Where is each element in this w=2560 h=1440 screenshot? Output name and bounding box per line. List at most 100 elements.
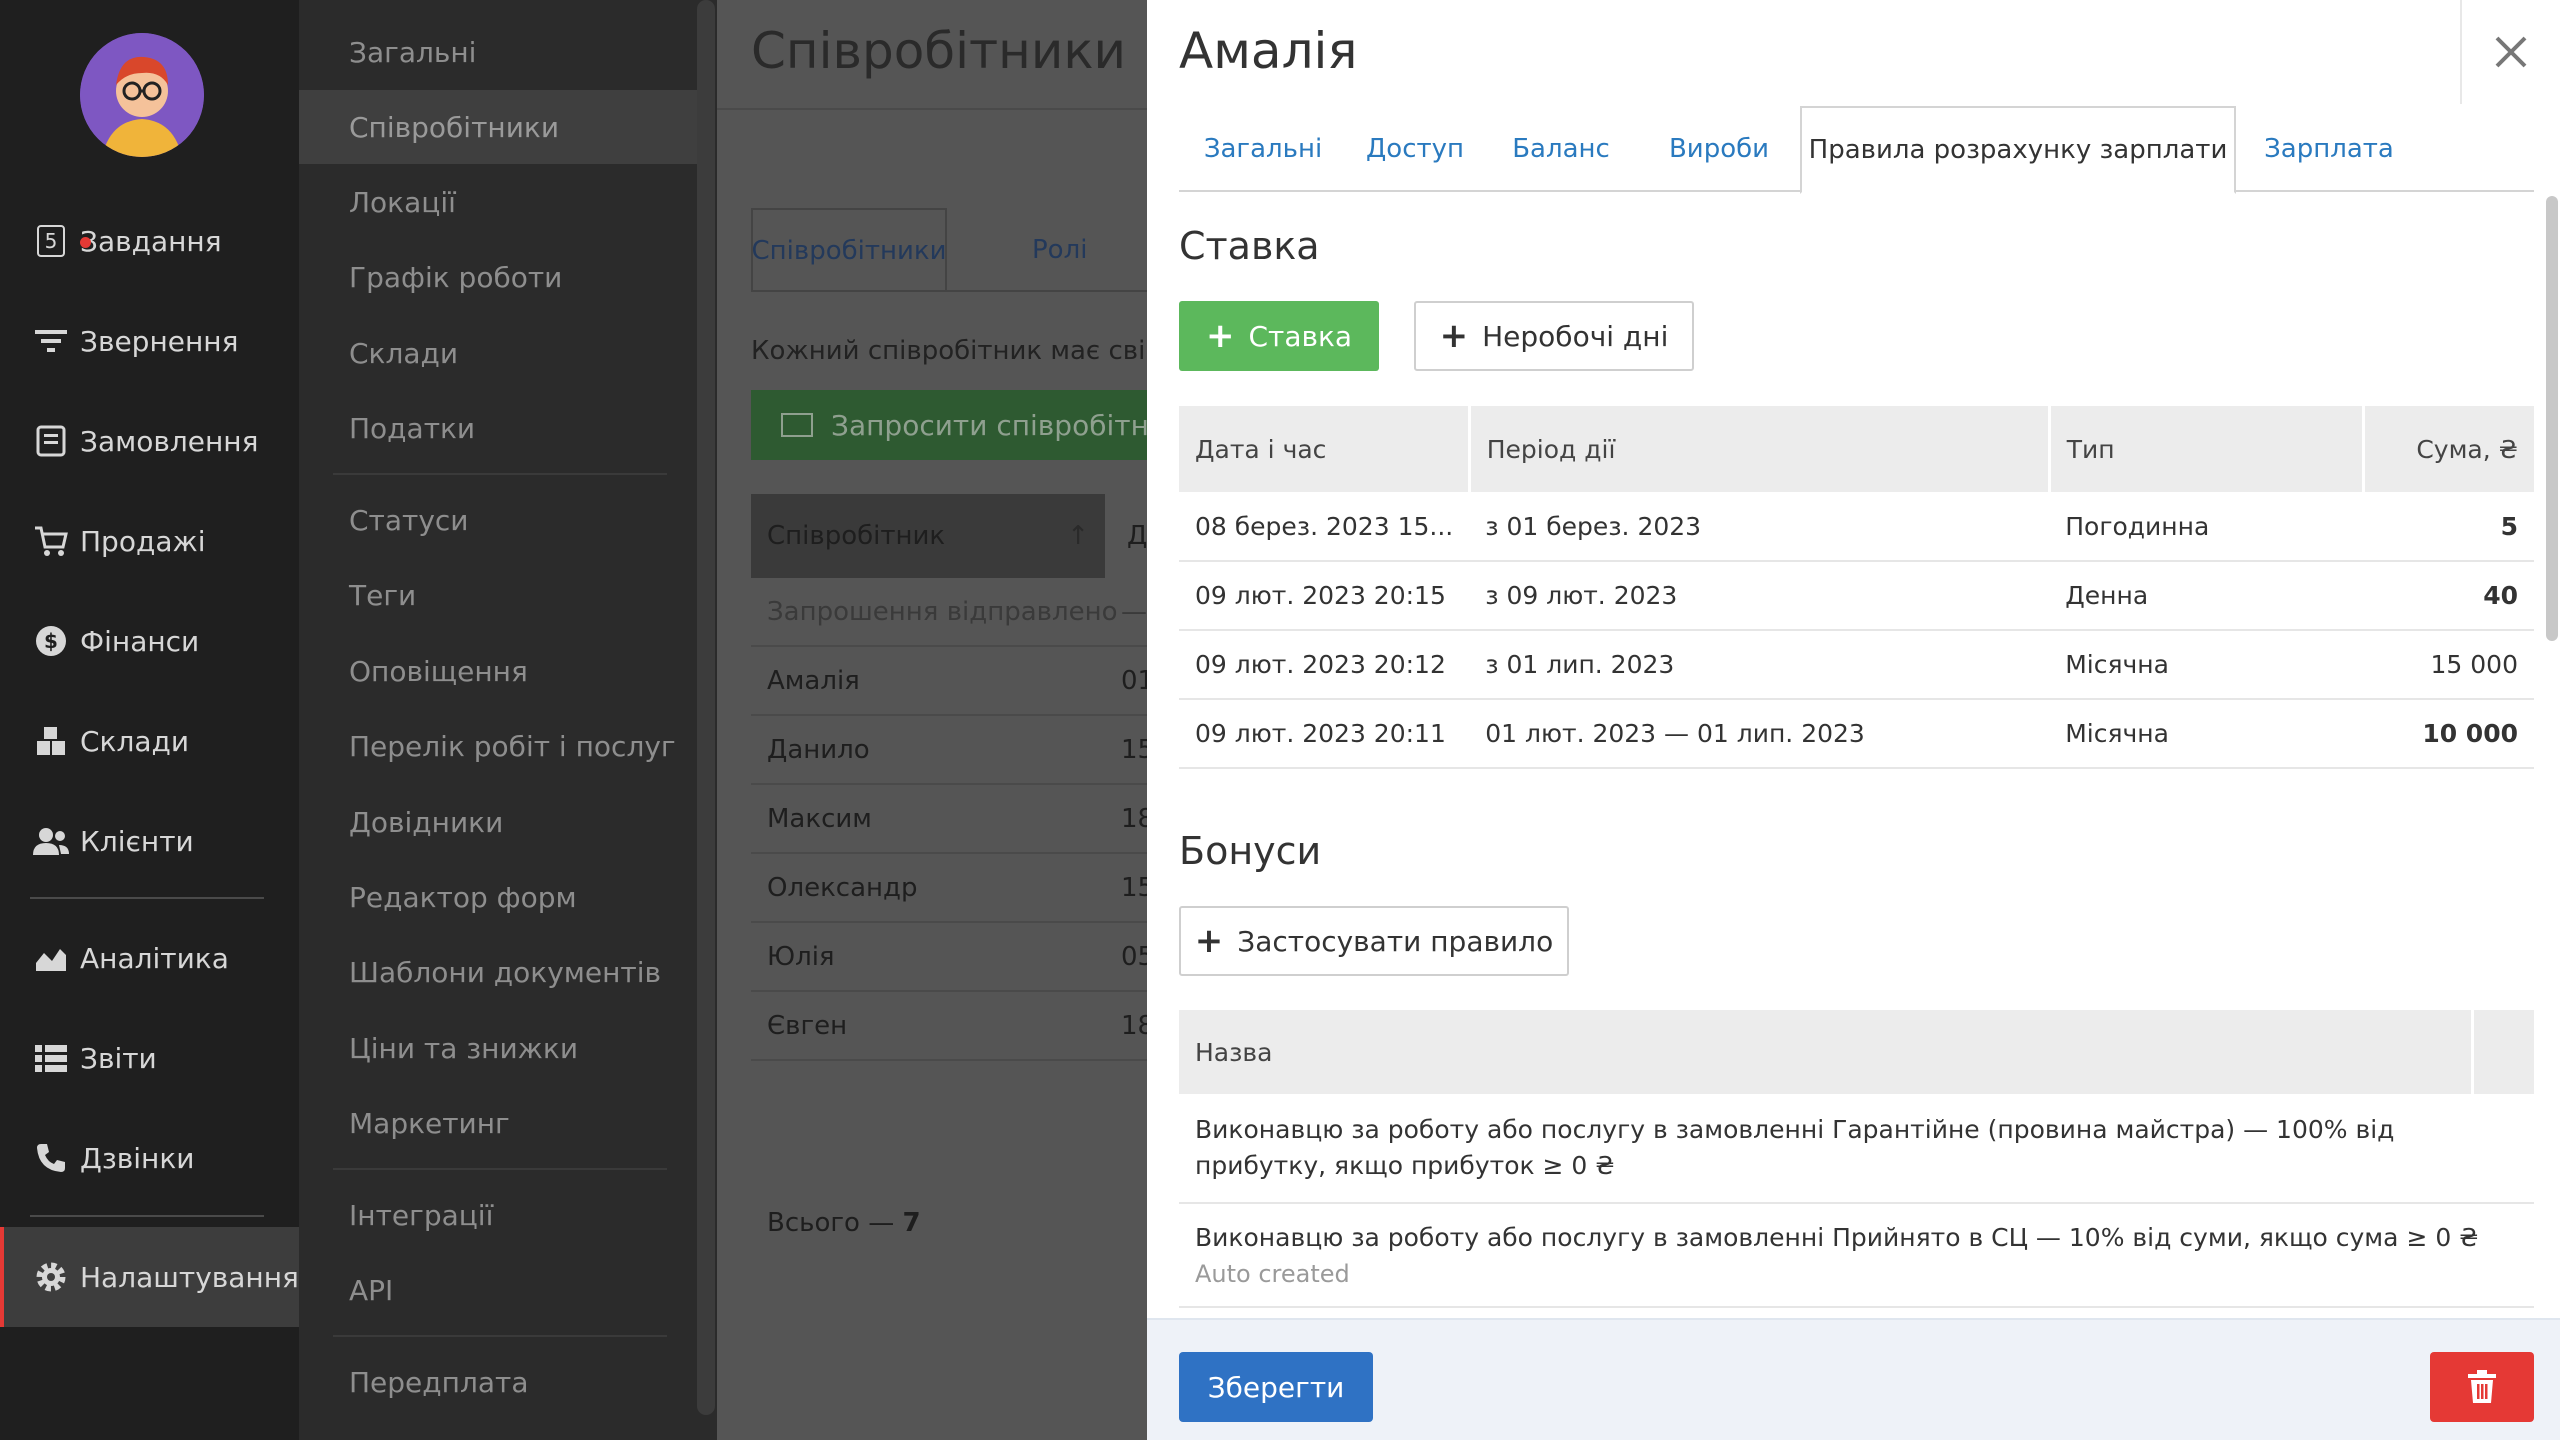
- submenu-item-services[interactable]: Перелік робіт і послуг: [299, 709, 697, 783]
- submenu-item-api[interactable]: API: [299, 1253, 697, 1327]
- submenu-item-directories[interactable]: Довідники: [299, 785, 697, 859]
- submenu-item-warehouses[interactable]: Склади: [299, 316, 697, 390]
- submenu-item-schedule[interactable]: Графік роботи: [299, 240, 697, 314]
- bonus-row[interactable]: Виконавцю за роботу або послугу в замовл…: [1179, 1094, 2534, 1204]
- submenu-scrollbar[interactable]: [697, 0, 715, 1415]
- total-label: Всього —: [767, 1208, 895, 1238]
- save-button[interactable]: Зберегти: [1179, 1352, 1373, 1422]
- rate-type: Місячна: [2049, 630, 2364, 700]
- rate-amount: 15 000: [2363, 630, 2534, 700]
- nav-item-requests[interactable]: Звернення: [0, 306, 299, 376]
- submenu-item-general[interactable]: Загальні: [299, 15, 697, 89]
- tab-general[interactable]: Загальні: [1179, 106, 1347, 192]
- nav-item-settings[interactable]: Налаштування: [0, 1227, 299, 1327]
- nav-item-tasks[interactable]: 5 Завдання: [0, 206, 299, 276]
- nav-item-calls[interactable]: Дзвінки: [0, 1123, 299, 1193]
- nav-item-reports[interactable]: Звіти: [0, 1023, 299, 1093]
- submenu-item-marketing[interactable]: Маркетинг: [299, 1086, 697, 1160]
- user-avatar[interactable]: [80, 33, 204, 157]
- column-header-type[interactable]: Тип: [2049, 406, 2365, 492]
- employee-date: 18: [1121, 1010, 1147, 1041]
- rate-date: 09 лют. 2023 20:12: [1179, 630, 1470, 700]
- submenu-item-integrations[interactable]: Інтеграції: [299, 1178, 697, 1252]
- rate-period: 01 лют. 2023 — 01 лип. 2023: [1469, 699, 2050, 769]
- settings-submenu: Загальні Співробітники Локації Графік ро…: [299, 0, 717, 1440]
- employee-name: Олександр: [767, 872, 918, 903]
- tab-employees[interactable]: Співробітники: [751, 208, 947, 292]
- bonus-row[interactable]: Виконавцю за роботу або послугу в замовл…: [1179, 1204, 2534, 1308]
- list-icon: [26, 1041, 76, 1075]
- table-row[interactable]: Максим 18: [751, 785, 1147, 854]
- rates-table: Дата і час Період дії Тип Сума, ₴ 08 бер…: [1179, 406, 2534, 769]
- delete-button[interactable]: [2430, 1352, 2534, 1422]
- nav-item-clients[interactable]: Клієнти: [0, 806, 299, 876]
- employees-page: Співробітники Співробітники Ролі Кожний …: [717, 0, 1147, 1440]
- table-row[interactable]: Запрошення відправлено —: [751, 578, 1147, 647]
- employee-name: Запрошення відправлено: [767, 596, 1118, 627]
- table-row[interactable]: 08 берез. 2023 15... з 01 берез. 2023 По…: [1179, 492, 2534, 562]
- close-button[interactable]: [2460, 0, 2560, 104]
- close-icon: [2495, 36, 2527, 68]
- apply-rule-button[interactable]: + Застосувати правило: [1179, 906, 1569, 976]
- column-header-period[interactable]: Період дії: [1469, 406, 2051, 492]
- table-row[interactable]: Олександр 15: [751, 854, 1147, 923]
- nav-label: Фінанси: [80, 624, 200, 658]
- submenu-item-statuses[interactable]: Статуси: [299, 483, 697, 557]
- drawer-scrollbar[interactable]: [2546, 196, 2558, 641]
- column-header-amount[interactable]: Сума, ₴: [2363, 406, 2534, 492]
- column-header-name[interactable]: Назва: [1195, 1038, 1272, 1067]
- submenu-item-prices[interactable]: Ціни та знижки: [299, 1011, 697, 1085]
- table-row[interactable]: Юлія 05: [751, 923, 1147, 992]
- filter-icon: [26, 324, 76, 358]
- nav-divider: [30, 1215, 264, 1217]
- submenu-item-form-editor[interactable]: Редактор форм: [299, 860, 697, 934]
- rate-type: Погодинна: [2049, 492, 2364, 562]
- tab-balance[interactable]: Баланс: [1483, 106, 1639, 192]
- submenu-item-taxes[interactable]: Податки: [299, 391, 697, 465]
- rate-date: 08 берез. 2023 15...: [1179, 492, 1470, 562]
- submenu-item-locations[interactable]: Локації: [299, 165, 697, 239]
- chart-icon: [26, 941, 76, 975]
- rate-period: з 01 берез. 2023: [1469, 492, 2050, 562]
- submenu-item-employees[interactable]: Співробітники: [299, 90, 697, 164]
- tab-roles[interactable]: Ролі: [1032, 208, 1087, 292]
- invite-employee-button[interactable]: Запросити співробітни: [751, 390, 1147, 460]
- envelope-icon: [781, 413, 813, 437]
- nav-item-finance[interactable]: $ Фінанси: [0, 606, 299, 676]
- days-off-button[interactable]: + Неробочі дні: [1414, 301, 1694, 371]
- table-header-row: Дата і час Період дії Тип Сума, ₴: [1179, 406, 2534, 492]
- nav-item-orders[interactable]: Замовлення: [0, 406, 299, 476]
- nav-label: Продажі: [80, 524, 206, 558]
- nav-item-sales[interactable]: Продажі: [0, 506, 299, 576]
- submenu-item-tags[interactable]: Теги: [299, 558, 697, 632]
- column-header-label: Співробітник: [767, 521, 946, 551]
- table-row[interactable]: 09 лют. 2023 20:15 з 09 лют. 2023 Денна …: [1179, 561, 2534, 631]
- column-header-date[interactable]: Да: [1121, 494, 1147, 578]
- employee-date: 15: [1121, 872, 1147, 903]
- nav-item-warehouses[interactable]: Склади: [0, 706, 299, 776]
- nav-item-analytics[interactable]: Аналітика: [0, 923, 299, 993]
- table-row[interactable]: 09 лют. 2023 20:11 01 лют. 2023 — 01 лип…: [1179, 699, 2534, 769]
- column-header-employee[interactable]: Співробітник ↑: [751, 494, 1105, 578]
- add-rate-button[interactable]: + Ставка: [1179, 301, 1379, 371]
- column-header-datetime[interactable]: Дата і час: [1179, 406, 1471, 492]
- tab-products[interactable]: Вироби: [1639, 106, 1799, 192]
- employee-date: 18: [1121, 803, 1147, 834]
- tabs-underline: [751, 290, 1147, 292]
- submenu-item-subscription[interactable]: Передплата: [299, 1345, 697, 1419]
- tab-salary[interactable]: Зарплата: [2236, 106, 2422, 192]
- submenu-item-notifications[interactable]: Оповіщення: [299, 634, 697, 708]
- submenu-item-doc-templates[interactable]: Шаблони документів: [299, 935, 697, 1009]
- table-row[interactable]: Данило 15: [751, 716, 1147, 785]
- tab-access[interactable]: Доступ: [1347, 106, 1483, 192]
- table-row[interactable]: Євген 18: [751, 992, 1147, 1061]
- table-row[interactable]: Амалія 01: [751, 647, 1147, 716]
- tab-salary-rules[interactable]: Правила розрахунку зарплати: [1800, 106, 2236, 194]
- sort-asc-icon: ↑: [1067, 521, 1089, 551]
- column-separator: [2471, 1010, 2474, 1094]
- trash-icon: [2468, 1370, 2496, 1403]
- rate-section-title: Ставка: [1179, 224, 1320, 268]
- employee-name: Максим: [767, 803, 872, 834]
- table-row[interactable]: 09 лют. 2023 20:12 з 01 лип. 2023 Місячн…: [1179, 630, 2534, 700]
- nav-label: Звернення: [80, 324, 239, 358]
